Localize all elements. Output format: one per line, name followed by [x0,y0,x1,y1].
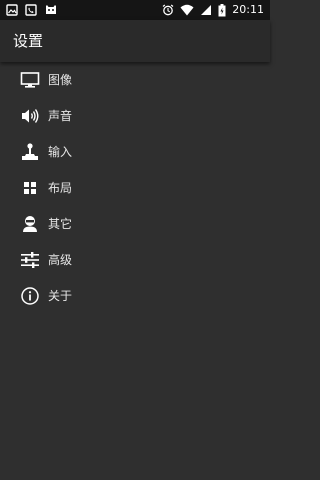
status-bar: 20:11 [0,0,270,20]
menu-item-label: 图像 [48,73,73,87]
menu-item-label: 声音 [48,109,73,123]
menu-item-advanced[interactable]: 高级 [0,242,270,278]
menu-item-input[interactable]: 输入 [0,134,270,170]
sliders-icon [20,250,40,270]
app-bar: 设置 [0,20,270,62]
battery-icon [218,3,226,17]
menu-item-label: 布局 [48,181,73,195]
robot-icon [20,214,40,234]
monitor-icon [20,70,40,90]
signal-icon [200,4,212,16]
menu-item-sound[interactable]: 声音 [0,98,270,134]
menu-item-label: 输入 [48,145,73,159]
menu-item-label: 其它 [48,217,73,231]
menu-item-image[interactable]: 图像 [0,62,270,98]
status-time: 20:11 [232,3,264,16]
wifi-icon [180,4,194,16]
game-notification-icon [44,4,58,16]
menu-item-label: 关于 [48,289,73,303]
menu-item-about[interactable]: 关于 [0,278,270,314]
menu-item-layout[interactable]: 布局 [0,170,270,206]
system-icons: 20:11 [162,3,264,17]
grid-icon [20,178,40,198]
menu-item-other[interactable]: 其它 [0,206,270,242]
phone-notification-icon [25,4,37,16]
info-icon [20,286,40,306]
speaker-icon [20,106,40,126]
notification-icons [6,3,58,17]
menu-item-label: 高级 [48,253,73,267]
joystick-icon [20,142,40,162]
image-notification-icon [6,4,18,16]
alarm-icon [162,4,174,16]
page-title: 设置 [13,32,44,50]
